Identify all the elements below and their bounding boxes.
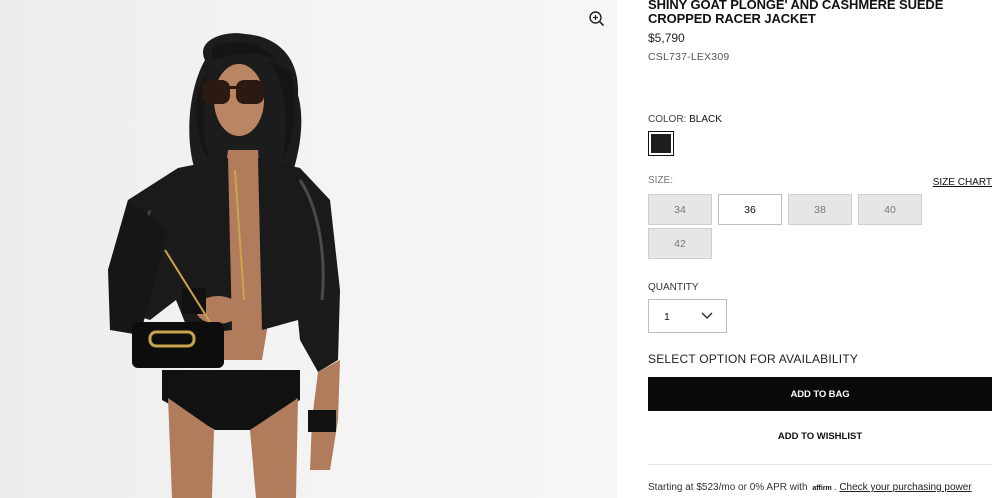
availability-text: SELECT OPTION FOR AVAILABILITY [648, 352, 859, 366]
product-details-panel: SHINY GOAT PLONGE' AND CASHMERE SUEDE CR… [648, 0, 992, 498]
financing-info: Starting at $523/mo or 0% APR with affir… [648, 482, 972, 493]
quantity-select[interactable]: 1 [648, 299, 727, 333]
size-option-42[interactable]: 42 [648, 228, 712, 259]
product-photo [108, 33, 340, 498]
color-label-text: COLOR: [648, 114, 687, 125]
zoom-in-icon [589, 11, 605, 27]
size-label: SIZE: [648, 175, 674, 186]
product-sku: CSL737-LEX309 [648, 51, 730, 63]
selected-color: BLACK [689, 114, 722, 125]
product-image-panel[interactable] [0, 0, 617, 498]
size-option-38[interactable]: 38 [788, 194, 852, 225]
color-swatch-black[interactable] [648, 131, 674, 156]
swatch-fill [651, 134, 671, 153]
add-to-bag-button[interactable]: ADD TO BAG [648, 377, 992, 411]
product-price: $5,790 [648, 31, 685, 45]
divider [648, 464, 992, 465]
size-option-40[interactable]: 40 [858, 194, 922, 225]
size-option-34[interactable]: 34 [648, 194, 712, 225]
add-to-wishlist-button[interactable]: ADD TO WISHLIST [648, 426, 992, 446]
financing-text: Starting at $523/mo or 0% APR with [648, 482, 808, 493]
quantity-label: QUANTITY [648, 282, 699, 293]
product-title: SHINY GOAT PLONGE' AND CASHMERE SUEDE CR… [648, 0, 944, 26]
zoom-in-button[interactable] [587, 9, 607, 29]
affirm-logo: affirm [812, 485, 832, 492]
size-chart-link[interactable]: SIZE CHART [933, 177, 992, 188]
color-label: COLOR: BLACK [648, 114, 722, 125]
quantity-value: 1 [664, 311, 670, 323]
size-option-36[interactable]: 36 [718, 194, 782, 225]
purchasing-power-link[interactable]: Check your purchasing power [839, 482, 971, 493]
chevron-down-icon [701, 312, 713, 319]
